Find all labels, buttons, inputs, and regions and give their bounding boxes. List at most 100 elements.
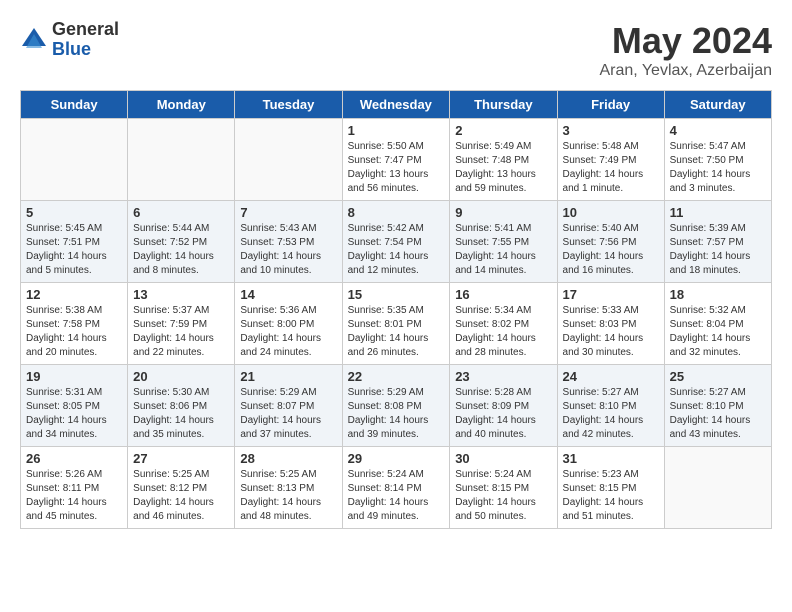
- calendar-cell: [128, 119, 235, 201]
- calendar-cell: 16 Sunrise: 5:34 AMSunset: 8:02 PMDayligh…: [450, 283, 557, 365]
- day-info: Sunrise: 5:30 AMSunset: 8:06 PMDaylight:…: [133, 386, 229, 442]
- day-number: 1: [348, 123, 445, 138]
- day-number: 27: [133, 451, 229, 466]
- calendar-cell: 8 Sunrise: 5:42 AMSunset: 7:54 PMDaylight…: [342, 201, 450, 283]
- day-info: Sunrise: 5:32 AMSunset: 8:04 PMDaylight:…: [670, 304, 766, 360]
- day-number: 24: [563, 369, 659, 384]
- day-number: 21: [240, 369, 336, 384]
- day-number: 22: [348, 369, 445, 384]
- day-info: Sunrise: 5:44 AMSunset: 7:52 PMDaylight:…: [133, 222, 229, 278]
- calendar-cell: 20 Sunrise: 5:30 AMSunset: 8:06 PMDayligh…: [128, 365, 235, 447]
- calendar-cell: 18 Sunrise: 5:32 AMSunset: 8:04 PMDayligh…: [664, 283, 771, 365]
- day-info: Sunrise: 5:37 AMSunset: 7:59 PMDaylight:…: [133, 304, 229, 360]
- day-number: 4: [670, 123, 766, 138]
- calendar-cell: 10 Sunrise: 5:40 AMSunset: 7:56 PMDayligh…: [557, 201, 664, 283]
- day-info: Sunrise: 5:40 AMSunset: 7:56 PMDaylight:…: [563, 222, 659, 278]
- day-info: Sunrise: 5:27 AMSunset: 8:10 PMDaylight:…: [563, 386, 659, 442]
- day-number: 17: [563, 287, 659, 302]
- day-number: 9: [455, 205, 551, 220]
- day-number: 13: [133, 287, 229, 302]
- month-year: May 2024: [599, 20, 772, 62]
- day-info: Sunrise: 5:39 AMSunset: 7:57 PMDaylight:…: [670, 222, 766, 278]
- calendar-cell: [664, 447, 771, 529]
- calendar-cell: 19 Sunrise: 5:31 AMSunset: 8:05 PMDayligh…: [21, 365, 128, 447]
- calendar-week-row-1: 1 Sunrise: 5:50 AMSunset: 7:47 PMDaylight…: [21, 119, 772, 201]
- calendar-cell: 5 Sunrise: 5:45 AMSunset: 7:51 PMDaylight…: [21, 201, 128, 283]
- calendar-cell: 13 Sunrise: 5:37 AMSunset: 7:59 PMDayligh…: [128, 283, 235, 365]
- day-number: 30: [455, 451, 551, 466]
- day-info: Sunrise: 5:24 AMSunset: 8:14 PMDaylight:…: [348, 468, 445, 524]
- day-number: 31: [563, 451, 659, 466]
- day-number: 8: [348, 205, 445, 220]
- calendar-cell: 11 Sunrise: 5:39 AMSunset: 7:57 PMDayligh…: [664, 201, 771, 283]
- day-info: Sunrise: 5:29 AMSunset: 8:07 PMDaylight:…: [240, 386, 336, 442]
- calendar-cell: 21 Sunrise: 5:29 AMSunset: 8:07 PMDayligh…: [235, 365, 342, 447]
- day-info: Sunrise: 5:41 AMSunset: 7:55 PMDaylight:…: [455, 222, 551, 278]
- day-number: 10: [563, 205, 659, 220]
- page-container: General Blue May 2024 Aran, Yevlax, Azer…: [20, 20, 772, 529]
- day-number: 28: [240, 451, 336, 466]
- day-info: Sunrise: 5:42 AMSunset: 7:54 PMDaylight:…: [348, 222, 445, 278]
- day-info: Sunrise: 5:50 AMSunset: 7:47 PMDaylight:…: [348, 140, 445, 196]
- calendar-week-row-5: 26Sunrise: 5:26 AMSunset: 8:11 PMDayligh…: [21, 447, 772, 529]
- calendar-cell: 23 Sunrise: 5:28 AMSunset: 8:09 PMDayligh…: [450, 365, 557, 447]
- day-number: 23: [455, 369, 551, 384]
- day-info: Sunrise: 5:45 AMSunset: 7:51 PMDaylight:…: [26, 222, 122, 278]
- day-number: 29: [348, 451, 445, 466]
- day-number: 5: [26, 205, 122, 220]
- calendar-cell: 25 Sunrise: 5:27 AMSunset: 8:10 PMDayligh…: [664, 365, 771, 447]
- calendar-cell: 12 Sunrise: 5:38 AMSunset: 7:58 PMDayligh…: [21, 283, 128, 365]
- calendar-week-row-4: 19 Sunrise: 5:31 AMSunset: 8:05 PMDayligh…: [21, 365, 772, 447]
- day-number: 19: [26, 369, 122, 384]
- day-info: Sunrise: 5:24 AMSunset: 8:15 PMDaylight:…: [455, 468, 551, 524]
- day-info: Sunrise: 5:36 AMSunset: 8:00 PMDaylight:…: [240, 304, 336, 360]
- calendar-week-row-3: 12 Sunrise: 5:38 AMSunset: 7:58 PMDayligh…: [21, 283, 772, 365]
- title-block: May 2024 Aran, Yevlax, Azerbaijan: [599, 20, 772, 80]
- calendar-cell: 3 Sunrise: 5:48 AMSunset: 7:49 PMDaylight…: [557, 119, 664, 201]
- day-number: 20: [133, 369, 229, 384]
- day-info: Sunrise: 5:47 AMSunset: 7:50 PMDaylight:…: [670, 140, 766, 196]
- day-number: 6: [133, 205, 229, 220]
- calendar-week-row-2: 5 Sunrise: 5:45 AMSunset: 7:51 PMDaylight…: [21, 201, 772, 283]
- day-info: Sunrise: 5:38 AMSunset: 7:58 PMDaylight:…: [26, 304, 122, 360]
- calendar-cell: [21, 119, 128, 201]
- day-info: Sunrise: 5:31 AMSunset: 8:05 PMDaylight:…: [26, 386, 122, 442]
- day-number: 16: [455, 287, 551, 302]
- day-info: Sunrise: 5:34 AMSunset: 8:02 PMDaylight:…: [455, 304, 551, 360]
- day-info: Sunrise: 5:29 AMSunset: 8:08 PMDaylight:…: [348, 386, 445, 442]
- day-number: 15: [348, 287, 445, 302]
- day-number: 2: [455, 123, 551, 138]
- day-number: 11: [670, 205, 766, 220]
- col-wednesday: Wednesday: [342, 91, 450, 119]
- col-sunday: Sunday: [21, 91, 128, 119]
- col-tuesday: Tuesday: [235, 91, 342, 119]
- day-info: Sunrise: 5:23 AMSunset: 8:15 PMDaylight:…: [563, 468, 659, 524]
- calendar-cell: 15 Sunrise: 5:35 AMSunset: 8:01 PMDayligh…: [342, 283, 450, 365]
- day-number: 14: [240, 287, 336, 302]
- day-info: Sunrise: 5:28 AMSunset: 8:09 PMDaylight:…: [455, 386, 551, 442]
- calendar-cell: 17 Sunrise: 5:33 AMSunset: 8:03 PMDayligh…: [557, 283, 664, 365]
- calendar-cell: 4 Sunrise: 5:47 AMSunset: 7:50 PMDaylight…: [664, 119, 771, 201]
- location: Aran, Yevlax, Azerbaijan: [599, 62, 772, 80]
- col-thursday: Thursday: [450, 91, 557, 119]
- day-info: Sunrise: 5:27 AMSunset: 8:10 PMDaylight:…: [670, 386, 766, 442]
- day-info: Sunrise: 5:26 AMSunset: 8:11 PMDaylight:…: [26, 468, 122, 524]
- calendar-cell: 6 Sunrise: 5:44 AMSunset: 7:52 PMDaylight…: [128, 201, 235, 283]
- day-info: Sunrise: 5:33 AMSunset: 8:03 PMDaylight:…: [563, 304, 659, 360]
- day-number: 18: [670, 287, 766, 302]
- logo-general: General: [52, 20, 119, 40]
- day-number: 7: [240, 205, 336, 220]
- day-info: Sunrise: 5:48 AMSunset: 7:49 PMDaylight:…: [563, 140, 659, 196]
- calendar-cell: 28Sunrise: 5:25 AMSunset: 8:13 PMDayligh…: [235, 447, 342, 529]
- calendar-cell: 27 Sunrise: 5:25 AMSunset: 8:12 PMDayligh…: [128, 447, 235, 529]
- day-info: Sunrise: 5:25 AMSunset: 8:12 PMDaylight:…: [133, 468, 229, 524]
- col-friday: Friday: [557, 91, 664, 119]
- calendar-cell: 7Sunrise: 5:43 AMSunset: 7:53 PMDaylight…: [235, 201, 342, 283]
- calendar-table: Sunday Monday Tuesday Wednesday Thursday…: [20, 90, 772, 529]
- day-number: 25: [670, 369, 766, 384]
- calendar-cell: 31 Sunrise: 5:23 AMSunset: 8:15 PMDayligh…: [557, 447, 664, 529]
- calendar-cell: 24 Sunrise: 5:27 AMSunset: 8:10 PMDayligh…: [557, 365, 664, 447]
- day-number: 12: [26, 287, 122, 302]
- day-info: Sunrise: 5:35 AMSunset: 8:01 PMDaylight:…: [348, 304, 445, 360]
- day-number: 3: [563, 123, 659, 138]
